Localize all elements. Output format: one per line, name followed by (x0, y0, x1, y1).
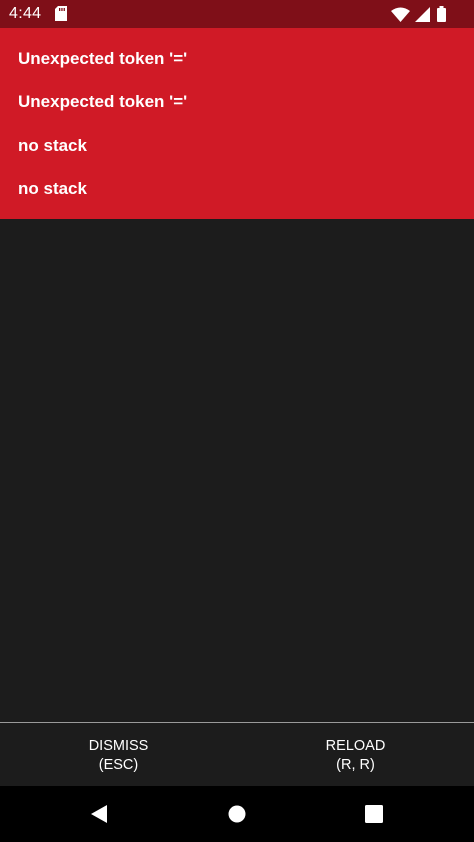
dismiss-button[interactable]: DISMISS (ESC) (0, 723, 237, 786)
action-button-bar: DISMISS (ESC) RELOAD (R, R) (0, 722, 474, 786)
error-message: Unexpected token '=' (18, 49, 188, 68)
home-icon[interactable] (226, 803, 248, 825)
error-stack: no stack (18, 179, 87, 198)
reload-shortcut: (R, R) (336, 757, 375, 773)
back-icon[interactable] (88, 803, 110, 825)
sd-card-icon (55, 6, 67, 21)
reload-label: RELOAD (325, 738, 386, 754)
navigation-bar (0, 786, 474, 842)
reload-button[interactable]: RELOAD (R, R) (237, 723, 474, 786)
dismiss-label: DISMISS (88, 738, 149, 754)
wifi-icon (391, 7, 410, 22)
status-icons (391, 5, 446, 23)
dismiss-shortcut: (ESC) (98, 757, 139, 773)
error-message: Unexpected token '=' (18, 92, 188, 111)
status-time: 4:44 (9, 5, 42, 22)
signal-icon (415, 6, 430, 22)
error-stack: no stack (18, 136, 87, 155)
recents-icon[interactable] (363, 803, 385, 825)
error-banner: Unexpected token '=' Unexpected token '=… (0, 28, 474, 219)
status-bar: 4:44 (0, 0, 474, 28)
error-details-area (0, 219, 474, 722)
battery-icon (437, 6, 446, 22)
redbox-error-screen: 4:44 Unexpected token '=' Unexpected tok… (0, 0, 474, 842)
